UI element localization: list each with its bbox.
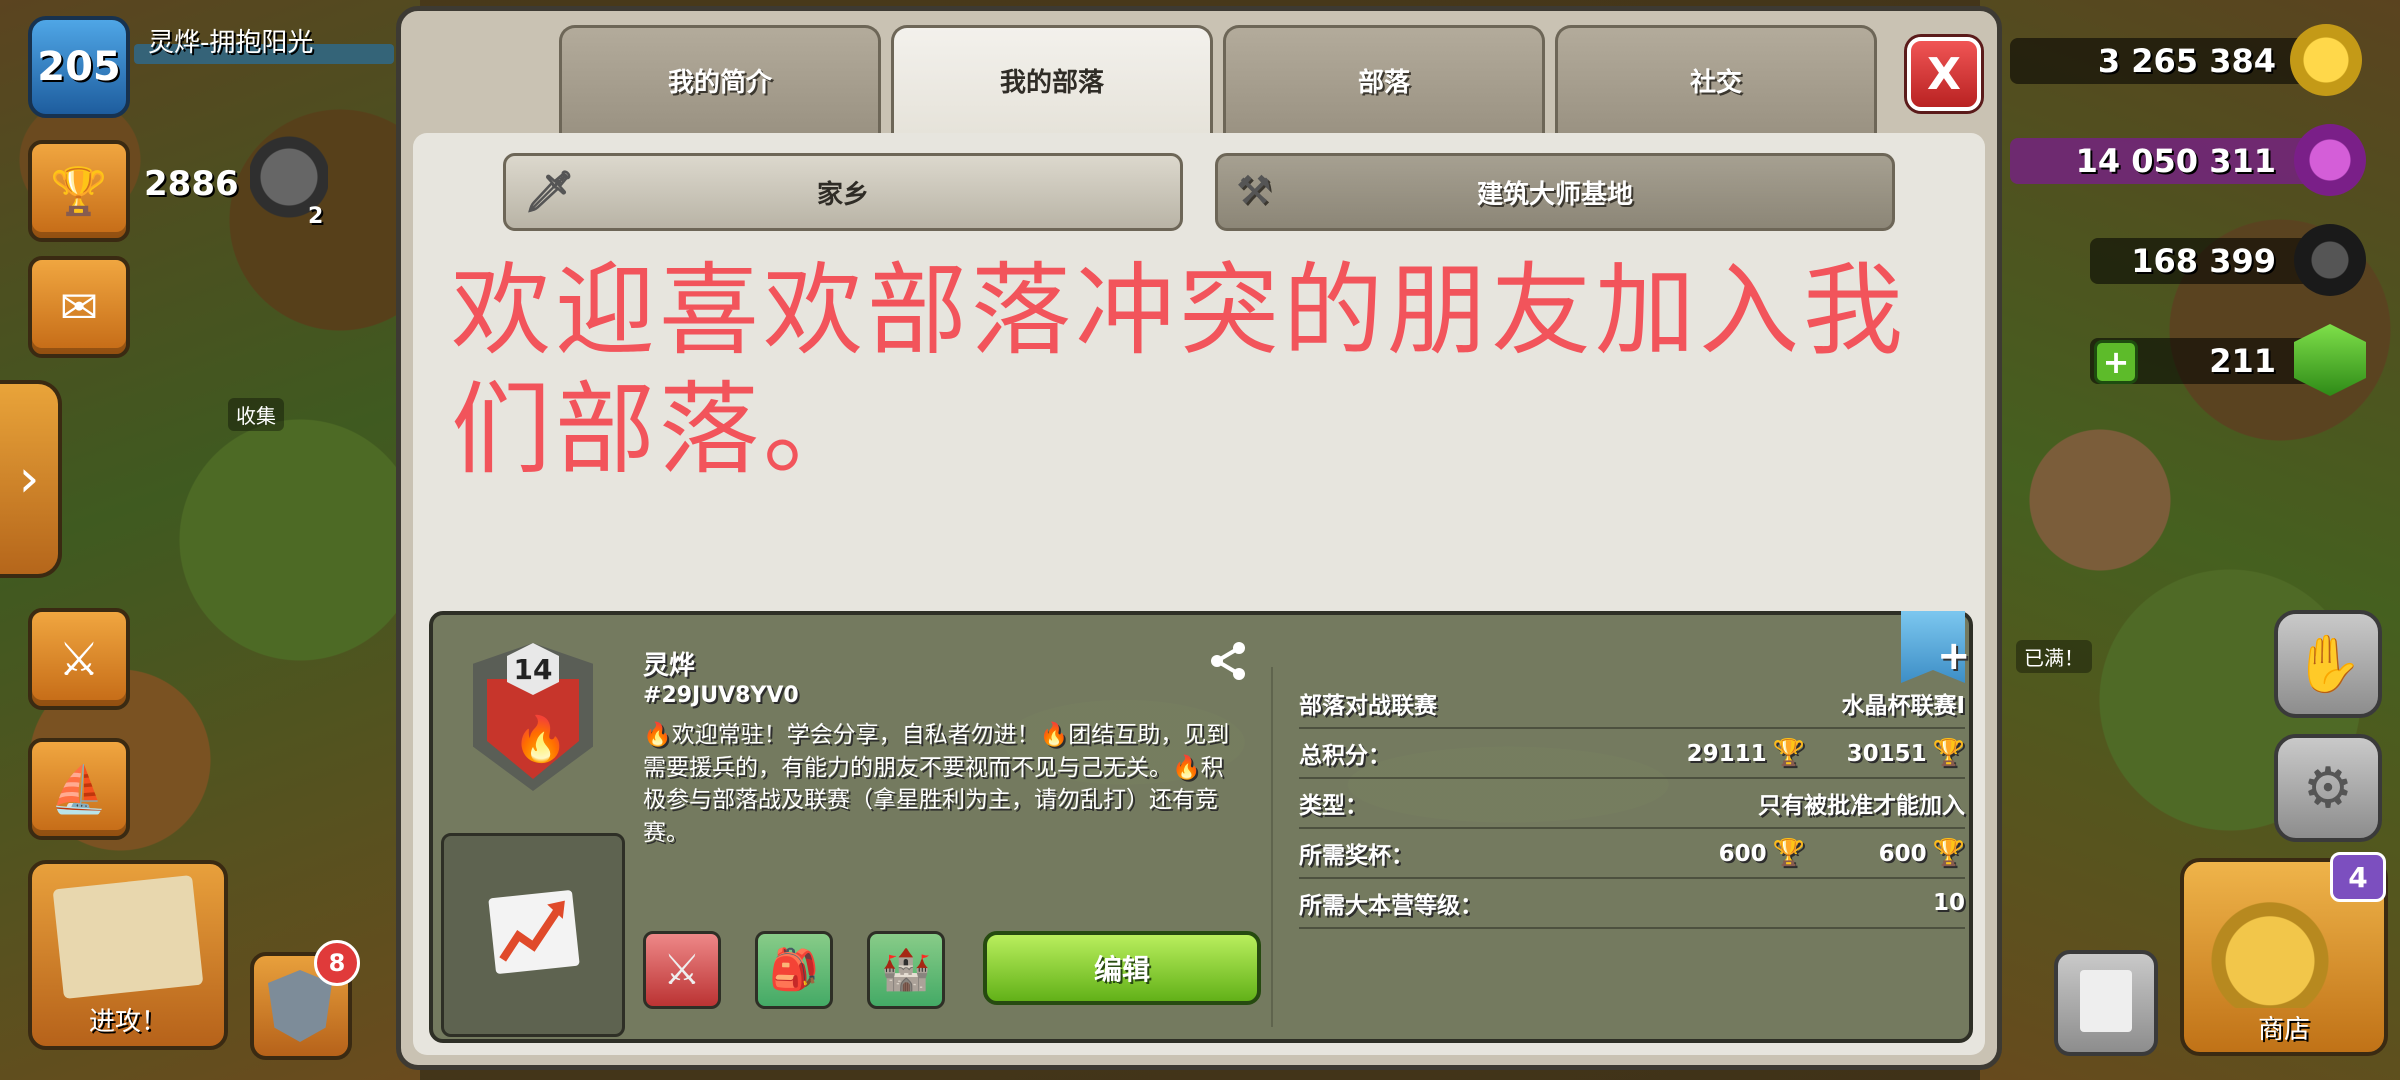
tab-bar: 我的简介 我的部落 部落 社交 xyxy=(559,25,1877,133)
mail-icon: ✉ xyxy=(59,280,99,334)
elixir-icon[interactable] xyxy=(2294,124,2366,196)
total-points-row: 总积分： 29111 🏆 30151 🏆 xyxy=(1299,729,1965,779)
storage-full-label: 已满！ xyxy=(2016,640,2092,673)
required-townhall-label: 所需大本营等级： xyxy=(1299,893,1483,919)
total-points-home: 29111 🏆 xyxy=(1686,738,1805,768)
clan-message: 欢迎喜欢部落冲突的朋友加入我们部落。 xyxy=(451,252,1907,488)
trophy-icon: 🏆 xyxy=(50,163,108,218)
tab-clans[interactable]: 部落 xyxy=(1223,25,1545,133)
tab-social[interactable]: 社交 xyxy=(1555,25,1877,133)
total-points-builder: 30151 🏆 xyxy=(1846,738,1965,768)
crossed-hammers-icon: ⚒ xyxy=(1236,168,1272,214)
war-league-label: 部落对战联赛 xyxy=(1299,693,1437,719)
add-gems-button[interactable]: + xyxy=(2094,340,2138,384)
trophy-button[interactable]: 🏆 xyxy=(28,140,130,242)
required-townhall-row: 所需大本营等级： 10 xyxy=(1299,879,1965,929)
notification-badge: 8 xyxy=(314,940,360,986)
league-rank: 2 xyxy=(308,204,324,229)
subtab-home-village[interactable]: 🗡 家乡 xyxy=(503,153,1183,231)
trend-chart-icon xyxy=(488,889,580,975)
card-divider xyxy=(1271,667,1273,1027)
clan-name: 灵烨 xyxy=(643,651,696,681)
close-button[interactable]: X xyxy=(1907,37,1981,111)
clan-stats-button[interactable] xyxy=(441,833,625,1037)
subtab-builder-base[interactable]: ⚒ 建筑大师基地 xyxy=(1215,153,1895,231)
settings-button[interactable]: ⚙ xyxy=(2274,734,2382,842)
clan-card: 14 🔥 灵烨 #29JUV8YV0 🔥欢迎常驻！学会分享，自私者勿进！🔥团结互… xyxy=(429,611,1973,1043)
clan-badge-box[interactable]: 14 🔥 xyxy=(433,615,633,825)
share-icon[interactable] xyxy=(1207,639,1251,693)
shop-coins-icon xyxy=(2210,890,2360,1008)
expand-sidebar-button[interactable]: › xyxy=(0,380,62,578)
clan-war-button[interactable]: ⚔ xyxy=(643,931,721,1009)
clan-info-table: 部落对战联赛 水晶杯联赛I 总积分： 29111 🏆 30151 🏆 类型： 只有被… xyxy=(1299,679,1965,929)
crossed-swords-icon: ⚔ xyxy=(58,632,100,686)
castle-icon: 🏰 xyxy=(881,947,931,993)
notes-button[interactable] xyxy=(2054,950,2158,1056)
edit-clan-button[interactable]: 编辑 xyxy=(983,931,1261,1005)
trophy-icon: 🏆 xyxy=(1932,838,1965,868)
gear-icon: ⚙ xyxy=(2302,755,2354,821)
panel-body: 🗡 家乡 ⚒ 建筑大师基地 欢迎喜欢部落冲突的朋友加入我们部落。 14 🔥 灵烨… xyxy=(413,133,1985,1055)
attack-button[interactable]: 进攻！ xyxy=(28,860,228,1050)
flame-icon: 🔥 xyxy=(513,714,568,765)
trophy-icon: 🏆 xyxy=(1932,738,1965,768)
clan-castle-button[interactable]: 🏰 xyxy=(867,931,945,1009)
attack-label: 进攻！ xyxy=(88,1007,167,1037)
player-level-badge[interactable]: 205 xyxy=(28,16,130,118)
sword-icon: 🗡 xyxy=(524,169,575,215)
shop-label: 商店 xyxy=(2257,1015,2310,1045)
war-league-value: 水晶杯联赛I xyxy=(1841,693,1965,719)
chevron-right-icon: › xyxy=(18,449,40,509)
war-league-row: 部落对战联赛 水晶杯联赛I xyxy=(1299,679,1965,729)
trophy-icon: 🏆 xyxy=(1772,838,1805,868)
boat-icon: ⛵ xyxy=(50,761,108,816)
dark-elixir-icon[interactable] xyxy=(2294,224,2366,296)
collect-label[interactable]: 收集 xyxy=(228,398,284,431)
add-bookmark-icon: + xyxy=(1937,633,1971,679)
shop-badge: 4 xyxy=(2330,852,2386,902)
required-trophies-home: 600 🏆 xyxy=(1718,838,1805,868)
required-trophies-builder: 600 🏆 xyxy=(1878,838,1965,868)
required-trophies-row: 所需奖杯： 600 🏆 600 🏆 xyxy=(1299,829,1965,879)
war-shield-icon: ⚔ xyxy=(663,945,701,994)
clan-capital-button[interactable]: 🎒 xyxy=(755,931,833,1009)
subtab-home-label: 家乡 xyxy=(816,179,869,210)
type-row: 类型： 只有被批准才能加入 xyxy=(1299,779,1965,829)
battle-button[interactable]: ⚔ xyxy=(28,608,130,710)
total-points-label: 总积分： xyxy=(1299,743,1391,769)
required-trophies-label: 所需奖杯： xyxy=(1299,843,1414,869)
mail-button[interactable]: ✉ xyxy=(28,256,130,358)
trophy-icon: 🏆 xyxy=(1772,738,1805,768)
tab-profile[interactable]: 我的简介 xyxy=(559,25,881,133)
trophy-count: 2886 xyxy=(144,164,239,204)
notepad-icon xyxy=(2080,970,2132,1032)
map-icon xyxy=(52,874,204,1000)
clan-panel: 我的简介 我的部落 部落 社交 X 🗡 家乡 ⚒ 建筑大师基地 欢迎喜欢部落冲突… xyxy=(396,6,2002,1070)
hand-icon: ✋ xyxy=(2293,632,2363,697)
player-name: 灵烨-拥抱阳光 xyxy=(148,28,314,58)
backpack-icon: 🎒 xyxy=(769,947,819,993)
clan-tag: #29JUV8YV0 xyxy=(643,683,799,708)
clan-description: 🔥欢迎常驻！学会分享，自私者勿进！🔥团结互助，见到需要援兵的，有能力的朋友不要视… xyxy=(643,722,1230,846)
builder-base-button[interactable]: ⛵ xyxy=(28,738,130,840)
edit-layout-button[interactable]: ✋ xyxy=(2274,610,2382,718)
subtab-builder-label: 建筑大师基地 xyxy=(1476,179,1633,210)
close-icon: X xyxy=(1927,48,1961,100)
type-value: 只有被批准才能加入 xyxy=(1758,793,1965,819)
tab-my-clan[interactable]: 我的部落 xyxy=(891,25,1213,133)
type-label: 类型： xyxy=(1299,793,1368,819)
required-townhall-value: 10 xyxy=(1932,890,1965,916)
gold-icon[interactable] xyxy=(2290,24,2362,96)
